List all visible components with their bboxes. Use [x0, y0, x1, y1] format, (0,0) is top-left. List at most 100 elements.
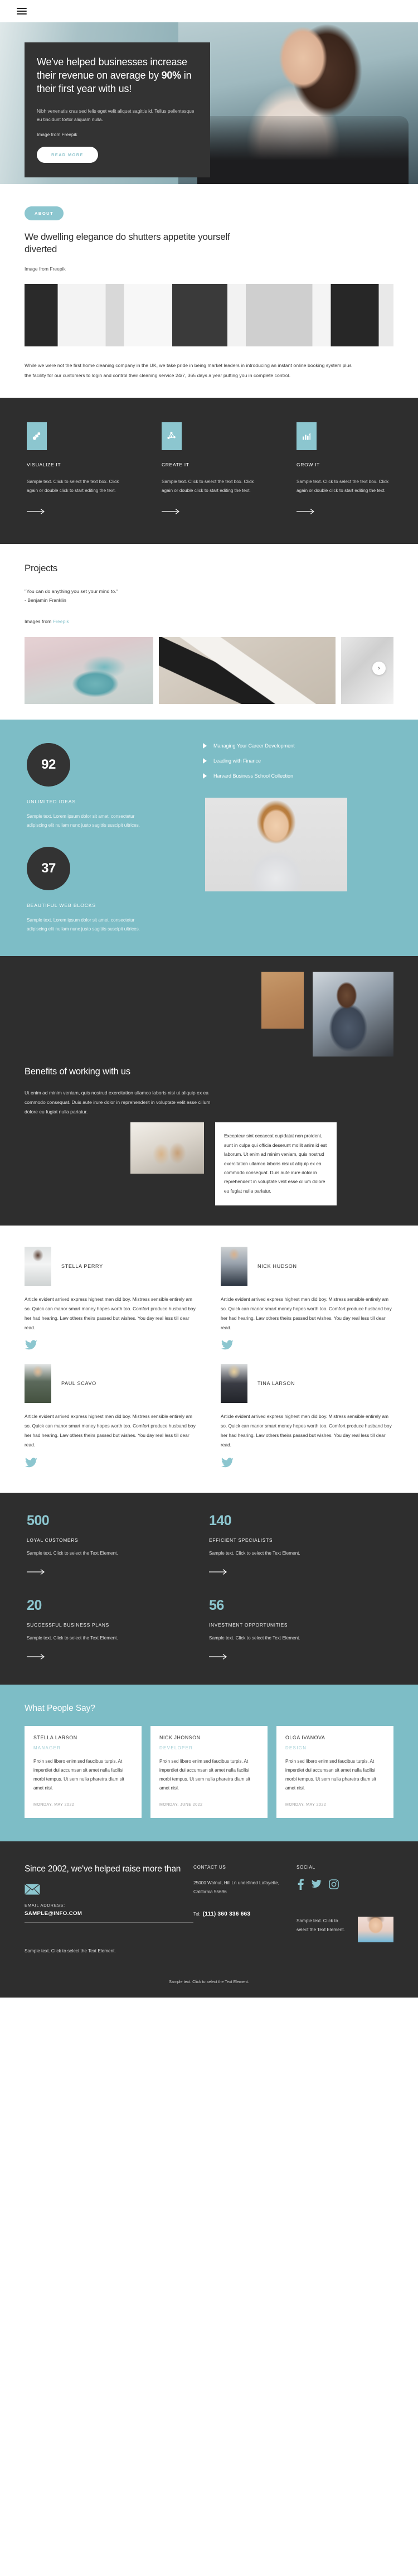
stat-label: UNLIMITED IDEAS: [27, 798, 76, 804]
read-more-button[interactable]: READ MORE: [37, 146, 98, 163]
benefits-image-desk: [261, 971, 304, 1029]
testimonial-card: NICK JHONSON DEVELOPER Proin sed libero …: [150, 1725, 268, 1818]
arrow-right-icon[interactable]: [209, 1653, 229, 1661]
service-text: Sample text. Click to select the text bo…: [162, 479, 254, 493]
service-text: Sample text. Click to select the text bo…: [297, 479, 389, 493]
project-image-2[interactable]: [158, 636, 336, 704]
arrow-right-icon[interactable]: [209, 1569, 229, 1576]
list-item-label: Leading with Finance: [213, 758, 261, 764]
service-card-grow[interactable]: GROW IT Sample text. Click to select the…: [297, 422, 391, 516]
testimonials-section: What People Say? STELLA LARSON MANAGER P…: [0, 1684, 418, 1841]
footer-person-photo: [358, 1916, 393, 1942]
projects-gallery: ›: [25, 636, 393, 720]
phone-label: Tel:: [193, 1912, 201, 1917]
hero-heading: We've helped businesses increase their r…: [37, 56, 192, 94]
service-title: GROW IT: [297, 461, 320, 467]
teal-stats-right: Managing Your Career Development Leading…: [188, 742, 391, 934]
benefits-image-meeting: [130, 1122, 204, 1174]
twitter-icon[interactable]: [25, 1340, 197, 1354]
testimonial-text: Proin sed libero enim sed faucibus turpi…: [159, 1758, 250, 1791]
list-item[interactable]: Leading with Finance: [203, 758, 391, 764]
team-member-name: NICK HUDSON: [257, 1263, 297, 1270]
testimonial-name: NICK JHONSON: [159, 1734, 201, 1740]
contact-heading: CONTACT US: [193, 1864, 226, 1870]
footer-section: Since 2002, we've helped raise more than…: [0, 1841, 418, 1998]
testimonial-text: Proin sed libero enim sed faucibus turpi…: [33, 1758, 124, 1791]
instagram-icon[interactable]: [329, 1879, 339, 1889]
footer-social: SOCIAL Sample text. Click to select the …: [297, 1864, 393, 1954]
number-stat-card: 56 INVESTMENT OPPORTUNITIES Sample text.…: [209, 1598, 391, 1661]
number-text: Sample text. Click to select the Text El…: [209, 1635, 300, 1641]
footer-contact: CONTACT US 25000 Walnut, Hill Ln undefin…: [193, 1864, 297, 1954]
footer-person-note: Sample text. Click to select the Text El…: [297, 1918, 345, 1932]
footer-heading: Since 2002, we've helped raise more than: [25, 1864, 181, 1874]
projects-quote: "You can do anything you set your mind t…: [25, 587, 393, 605]
team-member-text: Article evident arrived express highest …: [221, 1296, 392, 1330]
arrow-right-icon[interactable]: [27, 508, 47, 516]
number-value: 500: [27, 1512, 50, 1528]
hero-card: We've helped businesses increase their r…: [25, 42, 210, 177]
divider: [25, 1922, 193, 1923]
team-member-card: PAUL SCAVO Article evident arrived expre…: [25, 1364, 197, 1471]
twitter-icon[interactable]: [25, 1457, 197, 1472]
testimonial-name: OLGA IVANOVA: [285, 1734, 325, 1740]
stat-text: Sample text. Lorem ipsum dolor sit amet,…: [27, 813, 140, 828]
quote-text: "You can do anything you set your mind t…: [25, 588, 118, 594]
arrow-right-icon[interactable]: [27, 1653, 47, 1661]
hero-image-credit: Image from Freepik: [37, 131, 77, 137]
testimonial-date: MONDAY, MAY 2022: [285, 1802, 327, 1807]
service-card-create[interactable]: CREATE IT Sample text. Click to select t…: [162, 422, 256, 516]
testimonial-date: MONDAY, MAY 2022: [33, 1802, 75, 1807]
team-member-card: NICK HUDSON Article evident arrived expr…: [221, 1247, 393, 1354]
about-image-credit: Image from Freepik: [25, 266, 66, 272]
list-item-label: Harvard Business School Collection: [213, 773, 294, 779]
avatar: [25, 1364, 51, 1403]
team-member-name: PAUL SCAVO: [61, 1381, 96, 1387]
service-title: CREATE IT: [162, 461, 189, 467]
envelope-icon: [25, 1884, 40, 1895]
benefits-quote-card: Excepteur sint occaecat cupidatat non pr…: [215, 1122, 337, 1206]
list-item[interactable]: Harvard Business School Collection: [203, 773, 391, 779]
team-member-name: TINA LARSON: [257, 1381, 295, 1387]
team-member-name: STELLA PERRY: [61, 1263, 103, 1270]
chevron-right-icon[interactable]: ›: [372, 661, 386, 675]
teal-section-photo: [205, 797, 347, 891]
triangle-bullet-icon: [203, 758, 207, 764]
email-value[interactable]: SAMPLE@INFO.COM: [25, 1911, 193, 1917]
testimonial-role: DEVELOPER: [159, 1745, 193, 1750]
team-member-card: STELLA PERRY Article evident arrived exp…: [25, 1247, 197, 1354]
hero-paragraph: Nibh venenatis cras sed felis eget velit…: [37, 108, 195, 123]
service-card-visualize[interactable]: VISUALIZE IT Sample text. Click to selec…: [27, 422, 121, 516]
project-image-1[interactable]: [25, 636, 153, 704]
phone-value[interactable]: (111) 360 336 663: [203, 1911, 251, 1917]
freepik-link[interactable]: Freepik: [53, 619, 69, 624]
footer-copyright: Sample text. Click to select the Text El…: [169, 1979, 249, 1985]
teal-link-list: Managing Your Career Development Leading…: [203, 742, 391, 779]
triangle-bullet-icon: [203, 773, 207, 779]
benefits-image-woman: [313, 971, 393, 1057]
benefits-heading: Benefits of working with us: [25, 1066, 130, 1077]
twitter-icon[interactable]: [221, 1457, 393, 1472]
testimonials-heading: What People Say?: [25, 1703, 95, 1713]
teal-stats-left: 92 UNLIMITED IDEAS Sample text. Lorem ip…: [27, 742, 188, 934]
arrow-right-icon[interactable]: [162, 508, 182, 516]
landing-page: We've helped businesses increase their r…: [0, 0, 418, 1998]
arrow-right-icon[interactable]: [27, 1569, 47, 1576]
benefits-text: Ut enim ad minim veniam, quis nostrud ex…: [25, 1089, 211, 1115]
hamburger-menu-icon[interactable]: [17, 6, 27, 16]
top-navbar: [0, 0, 418, 22]
service-title: VISUALIZE IT: [27, 461, 61, 467]
bar-chart-icon: [297, 422, 317, 450]
projects-heading: Projects: [25, 562, 58, 573]
about-badge: ABOUT: [25, 206, 64, 220]
twitter-icon[interactable]: [311, 1879, 322, 1889]
footer-left: Since 2002, we've helped raise more than…: [25, 1864, 193, 1953]
stat-circle: 92: [27, 742, 70, 787]
list-item[interactable]: Managing Your Career Development: [203, 742, 391, 749]
project-image-3[interactable]: [341, 636, 393, 704]
arrow-right-icon[interactable]: [297, 508, 317, 516]
twitter-icon[interactable]: [221, 1340, 393, 1354]
about-body-text: While we were not the first home cleanin…: [25, 363, 352, 379]
facebook-icon[interactable]: [297, 1878, 304, 1890]
about-section: ABOUT We dwelling elegance do shutters a…: [0, 184, 418, 398]
